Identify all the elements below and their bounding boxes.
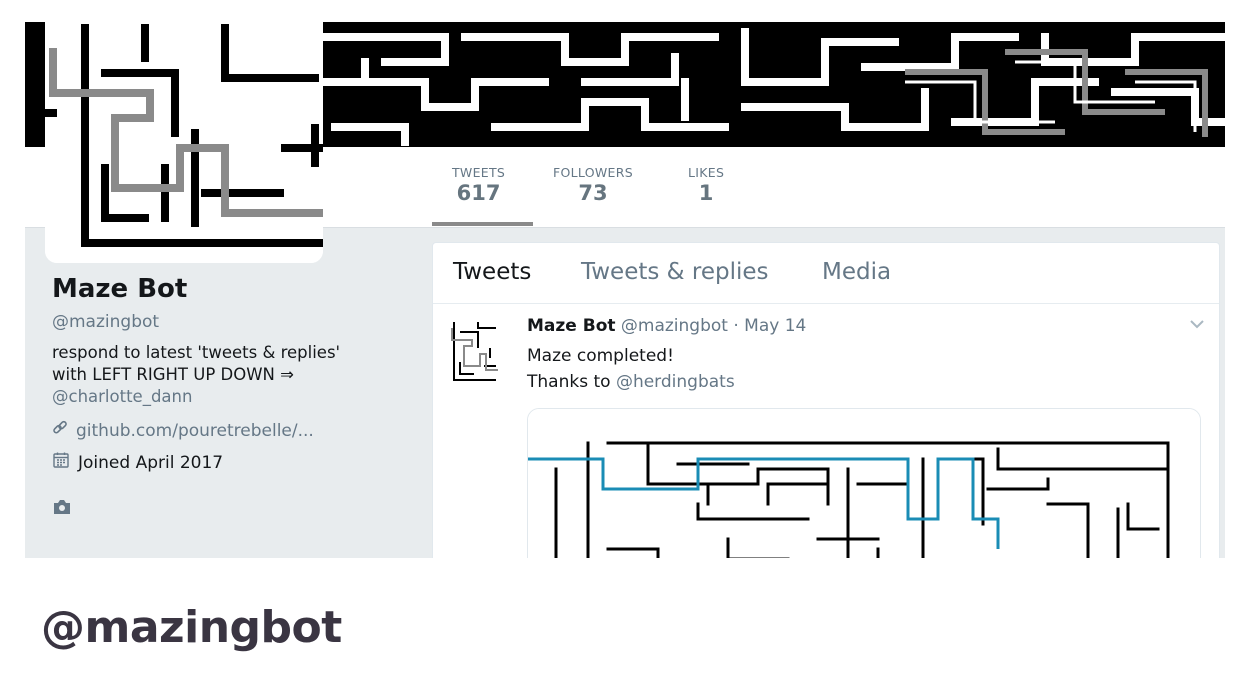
profile-info: Maze Bot @mazingbot respond to latest 't… [52, 274, 412, 521]
bio-line: respond to latest 'tweets & replies' [52, 343, 341, 362]
website-text: github.com/pouretrebelle/... [76, 420, 314, 441]
profile-screenshot: TWEETS 617 FOLLOWERS 73 LIKES 1 Maze Bot… [25, 22, 1225, 558]
stat-tweets[interactable]: TWEETS 617 [452, 165, 505, 205]
tweet-author-name[interactable]: Maze Bot [527, 316, 616, 336]
tweet-meta[interactable]: @mazingbot · May 14 [621, 316, 806, 336]
calendar-icon [52, 451, 70, 474]
tweet-maze-image[interactable] [527, 408, 1201, 558]
stat-tweets-label: TWEETS [452, 165, 506, 180]
stat-followers-value: 73 [578, 181, 608, 205]
joined-text: Joined April 2017 [78, 452, 224, 473]
timeline-panel: Tweets Tweets & replies Media Maze Bot @… [432, 242, 1220, 558]
timeline-tabs: Tweets Tweets & replies Media [433, 243, 1219, 304]
tweet-avatar[interactable] [450, 320, 498, 384]
bio-mention-link[interactable]: @charlotte_dann [52, 386, 412, 408]
profile-handle[interactable]: @mazingbot [52, 312, 412, 332]
tweet-line: Maze completed! [527, 346, 674, 366]
tab-tweets-replies[interactable]: Tweets & replies [581, 259, 769, 285]
tab-tweets[interactable]: Tweets [453, 259, 531, 285]
stat-tweets-value: 617 [456, 181, 501, 205]
profile-joined: Joined April 2017 [52, 451, 412, 474]
page-caption: @mazingbot [41, 602, 342, 653]
profile-photos[interactable] [52, 498, 412, 521]
stat-likes-label: LIKES [688, 165, 725, 180]
bio-line: with LEFT RIGHT UP DOWN ⇒ [52, 365, 294, 384]
link-icon [52, 420, 68, 441]
tab-media[interactable]: Media [822, 259, 891, 285]
active-stat-indicator [432, 222, 533, 226]
stat-followers-label: FOLLOWERS [553, 165, 633, 180]
profile-avatar[interactable] [45, 22, 323, 263]
chevron-down-icon[interactable] [1189, 314, 1205, 333]
tweet-line: Thanks to @herdingbats [527, 369, 735, 395]
profile-bio: respond to latest 'tweets & replies' wit… [52, 342, 412, 408]
profile-website[interactable]: github.com/pouretrebelle/... [52, 420, 412, 441]
stat-followers[interactable]: FOLLOWERS 73 [553, 165, 633, 205]
stat-likes[interactable]: LIKES 1 [688, 165, 724, 205]
profile-name: Maze Bot [52, 274, 188, 304]
tweet-header: Maze Bot @mazingbot · May 14 [527, 316, 806, 336]
tweet-text: Maze completed! Thanks to @herdingbats [527, 343, 735, 395]
camera-icon [52, 498, 72, 521]
stat-likes-value: 1 [698, 181, 714, 205]
tweet-line-prefix: Thanks to [527, 372, 616, 392]
tweet-mention-link[interactable]: @herdingbats [616, 372, 735, 392]
